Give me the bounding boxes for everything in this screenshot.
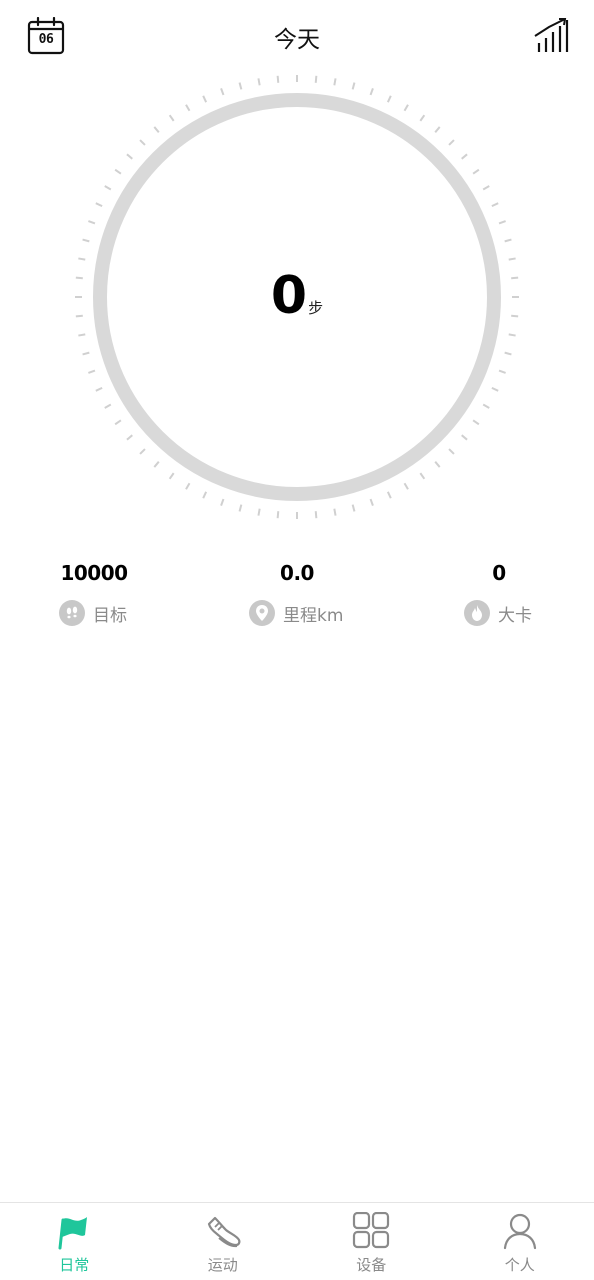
ring-tick — [504, 238, 512, 243]
distance-value: 0.0 — [280, 561, 314, 585]
step-count-value: 0 — [270, 266, 307, 326]
ring-tick — [498, 220, 506, 225]
ring-tick — [114, 168, 122, 175]
ring-tick — [508, 333, 516, 337]
ring-tick — [82, 351, 90, 356]
ring-tick — [257, 78, 261, 86]
ring-tick — [448, 448, 455, 455]
ring-tick — [168, 114, 175, 122]
ring-tick — [508, 257, 516, 261]
ring-tick — [238, 82, 243, 90]
ring-tick — [482, 185, 490, 191]
ring-tick — [95, 202, 103, 208]
tab-personal-label: 个人 — [504, 1256, 535, 1274]
ring-tick — [185, 482, 191, 490]
tab-daily-label: 日常 — [59, 1256, 90, 1274]
ring-tick — [314, 511, 318, 519]
ring-tick — [220, 88, 225, 96]
ring-tick — [351, 82, 356, 90]
ring-tick — [491, 202, 499, 208]
ring-tick — [448, 139, 455, 146]
tab-personal[interactable]: 个人 — [446, 1203, 594, 1280]
ring-tick — [434, 126, 441, 133]
ring-tick — [78, 257, 86, 261]
ring-tick — [504, 351, 512, 356]
ring-tick — [482, 403, 490, 409]
ring-tick — [386, 491, 392, 499]
ring-tick — [153, 126, 160, 133]
ring-tick — [386, 95, 392, 103]
ring-tick — [333, 508, 337, 516]
calendar-day: 06 — [38, 32, 54, 47]
tab-devices-label: 设备 — [356, 1256, 387, 1274]
ring-tick — [351, 504, 356, 512]
tab-sports[interactable]: 运动 — [149, 1203, 298, 1280]
ring-tick — [276, 511, 280, 519]
flame-icon — [464, 600, 490, 626]
ring-tick — [82, 238, 90, 243]
ring-tick — [419, 472, 426, 480]
goal-label-row: 目标 — [59, 599, 127, 627]
ring-tick — [257, 508, 261, 516]
ring-tick — [114, 419, 122, 426]
ring-tick — [126, 153, 133, 160]
goal-value: 10000 — [60, 561, 128, 585]
bottom-tab-bar: 日常 运动 设备 个人 — [0, 1202, 594, 1280]
ring-tick — [461, 434, 468, 441]
calories-value: 0 — [492, 561, 506, 585]
ring-tick — [472, 419, 480, 426]
calendar-button[interactable]: 06 — [27, 16, 65, 55]
sneaker-icon — [207, 1216, 241, 1248]
ring-tick — [472, 168, 480, 175]
ring-tick — [434, 461, 441, 468]
ring-tick — [369, 88, 374, 96]
goal-label: 目标 — [93, 605, 127, 626]
step-count-unit: 步 — [308, 299, 324, 317]
distance-label-row: 里程km — [249, 599, 343, 627]
ring-tick — [185, 104, 191, 112]
ring-tick — [139, 448, 146, 455]
calories-label: 大卡 — [498, 605, 532, 626]
ring-tick — [139, 139, 146, 146]
ring-tick — [78, 333, 86, 337]
ring-tick — [88, 369, 96, 374]
ring-tick — [403, 482, 409, 490]
tab-sports-label: 运动 — [207, 1256, 238, 1274]
page-title: 今天 — [274, 27, 320, 53]
calories-label-row: 大卡 — [464, 599, 532, 627]
top-bar: 06 今天 — [0, 0, 594, 74]
ring-tick — [491, 386, 499, 392]
flag-icon — [58, 1217, 88, 1250]
footprints-icon — [59, 600, 85, 626]
person-icon — [503, 1213, 536, 1250]
tab-daily[interactable]: 日常 — [0, 1203, 149, 1280]
ring-tick — [168, 472, 175, 480]
ring-tick — [333, 78, 337, 86]
ring-tick — [104, 403, 112, 409]
ring-tick — [369, 498, 374, 506]
ring-tick — [220, 498, 225, 506]
ring-tick — [153, 461, 160, 468]
ring-tick — [126, 434, 133, 441]
ring-tick — [314, 75, 318, 83]
tab-devices[interactable]: 设备 — [297, 1203, 446, 1280]
grid-icon — [353, 1212, 390, 1249]
step-count: 0步 — [0, 266, 594, 326]
ring-tick — [88, 220, 96, 225]
ring-tick — [403, 104, 409, 112]
ring-tick — [202, 95, 208, 103]
signal-bars-icon — [534, 18, 569, 52]
ring-tick — [104, 185, 112, 191]
location-pin-icon — [249, 600, 275, 626]
statistics-button[interactable] — [533, 16, 569, 54]
ring-tick — [95, 386, 103, 392]
ring-tick — [461, 153, 468, 160]
ring-tick — [202, 491, 208, 499]
ring-tick — [419, 114, 426, 122]
ring-tick — [276, 75, 280, 83]
ring-tick — [498, 369, 506, 374]
ring-tick — [238, 504, 243, 512]
distance-label: 里程km — [283, 605, 344, 626]
